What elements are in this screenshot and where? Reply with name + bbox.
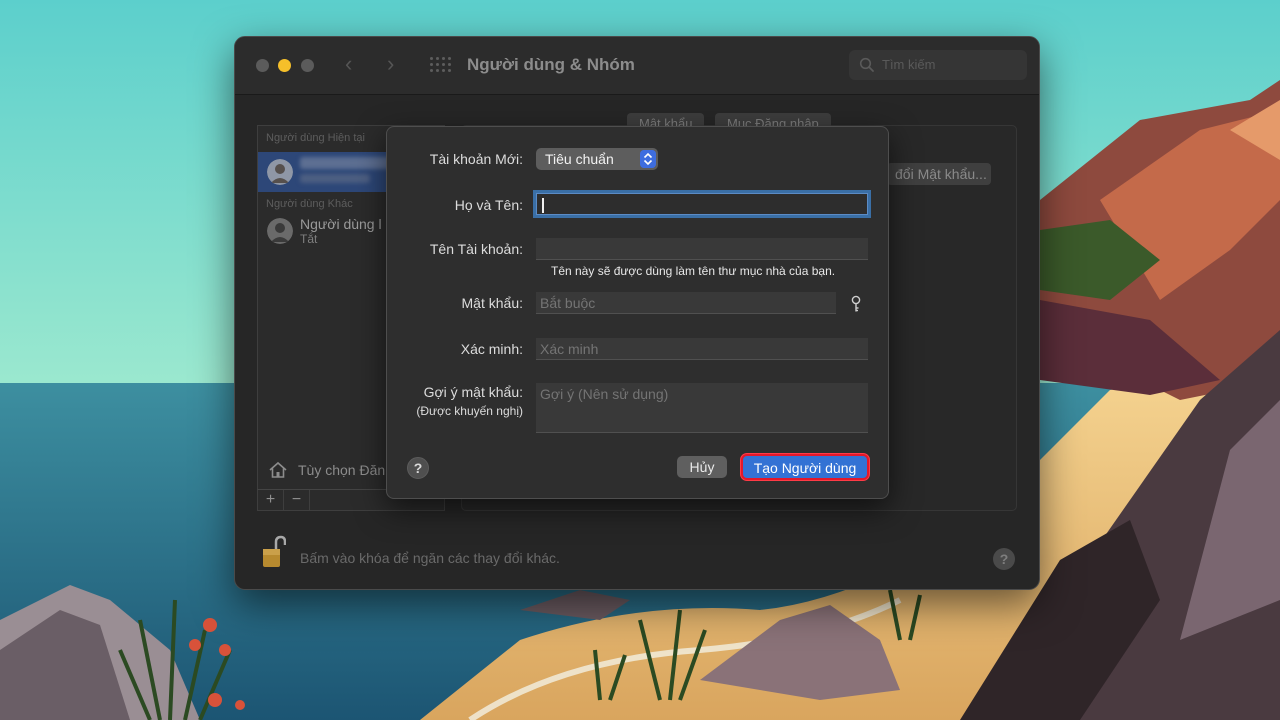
guest-avatar-icon [267,218,293,244]
other-users-header: Người dùng Khác [266,198,353,210]
guest-user-status: Tắt [300,232,318,246]
chevron-updown-icon [640,150,656,168]
back-arrow-icon[interactable]: ‹ [345,53,352,75]
help-button[interactable]: ? [993,548,1015,570]
zoom-window-button[interactable] [301,59,314,72]
lock-instruction-text: Bấm vào khóa để ngăn các thay đổi khác. [300,550,560,566]
search-icon [859,57,874,72]
password-label: Mật khẩu: [461,295,523,311]
add-user-button[interactable]: + [258,490,284,510]
avatar [267,159,293,185]
password-hint-sublabel: (Được khuyến nghị) [416,404,523,418]
unlocked-padlock-icon[interactable] [262,535,286,569]
window-title: Người dùng & Nhóm [467,55,635,74]
account-name-label: Tên Tài khoản: [429,241,523,257]
new-user-sheet: Tài khoản Mới: Tiêu chuẩn Họ và Tên: Tên… [386,126,889,499]
key-icon[interactable] [849,295,863,313]
search-placeholder: Tìm kiếm [882,57,936,72]
account-type-label: Tài khoản Mới: [429,151,523,167]
sheet-help-button[interactable]: ? [407,457,429,479]
minimize-window-button[interactable] [278,59,291,72]
account-name-hint: Tên này sẽ được dùng làm tên thư mục nhà… [551,264,836,278]
full-name-label: Họ và Tên: [454,197,523,213]
change-password-button[interactable]: đổi Mật khẩu... [887,163,991,185]
password-field[interactable]: Bắt buộc [536,292,836,314]
password-placeholder: Bắt buộc [540,295,596,311]
verify-placeholder: Xác minh [540,341,599,357]
text-caret [542,198,544,213]
close-window-button[interactable] [256,59,269,72]
verify-field[interactable]: Xác minh [536,338,868,360]
blurred-user-role [300,174,370,183]
title-bar: ‹ › Người dùng & Nhóm Tìm kiếm [235,37,1039,95]
current-users-header: Người dùng Hiện tại [266,132,365,144]
forward-arrow-icon[interactable]: › [387,53,394,75]
search-field[interactable]: Tìm kiếm [849,50,1027,80]
account-type-value: Tiêu chuẩn [545,151,614,167]
password-hint-placeholder: Gợi ý (Nên sử dụng) [540,386,669,402]
password-hint-label: Gợi ý mật khẩu: [423,384,523,400]
guest-user-name[interactable]: Người dùng l [300,216,382,232]
verify-label: Xác minh: [460,341,523,357]
login-options-label: Tùy chọn Đăn [298,462,386,478]
cancel-button[interactable]: Hủy [677,456,727,478]
create-user-button[interactable]: Tạo Người dùng [741,454,869,480]
blurred-username [300,157,400,169]
remove-user-button[interactable]: − [284,490,310,510]
password-hint-field[interactable]: Gợi ý (Nên sử dụng) [536,383,868,433]
show-all-grid-icon[interactable] [430,57,451,73]
house-icon [269,461,287,478]
full-name-field[interactable] [536,193,868,215]
account-name-field[interactable] [536,238,868,260]
account-type-popup[interactable]: Tiêu chuẩn [536,148,658,170]
